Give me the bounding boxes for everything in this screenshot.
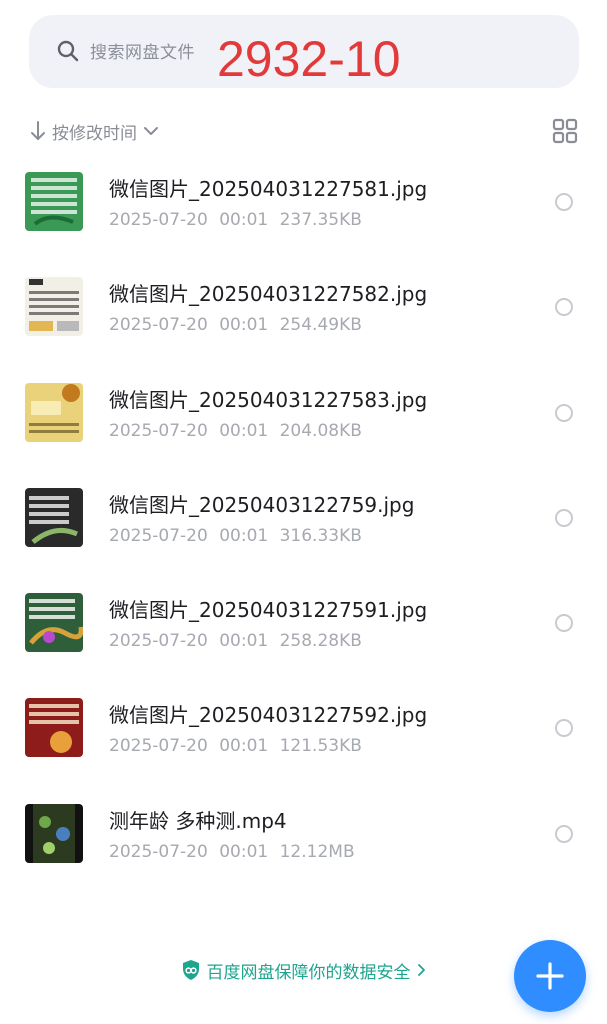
file-name: 微信图片_202504031227592.jpg <box>109 703 428 728</box>
sort-label: 按修改时间 <box>52 123 137 144</box>
select-radio[interactable] <box>555 824 573 843</box>
sort-arrow-icon <box>31 121 45 140</box>
select-radio[interactable] <box>555 403 573 422</box>
file-name: 微信图片_202504031227581.jpg <box>109 177 428 201</box>
file-name: 微信图片_202504031227583.jpg <box>109 387 428 412</box>
add-button[interactable] <box>514 940 586 1012</box>
file-meta: 2025-07-20 00:01 258.28KB <box>109 631 362 652</box>
grid-view-icon[interactable] <box>552 118 578 144</box>
search-placeholder: 搜索网盘文件 <box>90 43 195 63</box>
select-radio[interactable] <box>555 298 573 317</box>
file-thumbnail <box>25 803 83 863</box>
file-meta: 2025-07-20 00:01 254.49KB <box>109 315 362 336</box>
select-radio[interactable] <box>555 193 573 211</box>
file-thumbnail <box>25 698 83 758</box>
chevron-right-icon <box>417 964 425 976</box>
chevron-down-icon <box>144 127 158 135</box>
sort-dropdown[interactable]: 按修改时间 <box>30 118 159 144</box>
file-thumbnail <box>25 277 83 337</box>
file-meta: 2025-07-20 00:01 316.33KB <box>109 525 362 546</box>
file-item[interactable]: 微信图片_202504031227583.jpg 2025-07-20 00:0… <box>0 376 607 481</box>
select-radio[interactable] <box>555 614 573 633</box>
file-name: 微信图片_20250403122759.jpg <box>109 492 415 517</box>
file-item[interactable]: 微信图片_202504031227581.jpg 2025-07-20 00:0… <box>0 165 607 270</box>
file-name: 微信图片_202504031227582.jpg <box>109 282 428 307</box>
file-name: 测年龄 多种测.mp4 <box>109 808 287 833</box>
security-notice-text: 百度网盘保障你的数据安全 <box>206 962 411 983</box>
file-item[interactable]: 微信图片_202504031227582.jpg 2025-07-20 00:0… <box>0 270 607 375</box>
file-list: 微信图片_202504031227581.jpg 2025-07-20 00:0… <box>0 165 607 902</box>
plus-icon <box>536 962 564 990</box>
overlay-number: 2932-10 <box>217 31 401 87</box>
file-name: 微信图片_202504031227591.jpg <box>109 598 428 623</box>
file-meta: 2025-07-20 00:01 237.35KB <box>109 210 362 230</box>
file-item[interactable]: 微信图片_20250403122759.jpg 2025-07-20 00:01… <box>0 481 607 586</box>
file-meta: 2025-07-20 00:01 121.53KB <box>109 736 362 757</box>
shield-icon <box>182 960 199 980</box>
file-thumbnail <box>25 487 83 547</box>
file-item[interactable]: 微信图片_202504031227592.jpg 2025-07-20 00:0… <box>0 691 607 796</box>
file-item[interactable]: 测年龄 多种测.mp4 2025-07-20 00:01 12.12MB <box>0 797 607 902</box>
select-radio[interactable] <box>555 508 573 527</box>
file-meta: 2025-07-20 00:01 204.08KB <box>109 420 362 441</box>
select-radio[interactable] <box>555 719 573 738</box>
file-meta: 2025-07-20 00:01 12.12MB <box>109 841 355 862</box>
file-thumbnail <box>25 593 83 653</box>
file-thumbnail <box>25 382 83 442</box>
search-icon <box>57 40 79 62</box>
file-item[interactable]: 微信图片_202504031227591.jpg 2025-07-20 00:0… <box>0 586 607 691</box>
file-thumbnail <box>25 172 83 231</box>
